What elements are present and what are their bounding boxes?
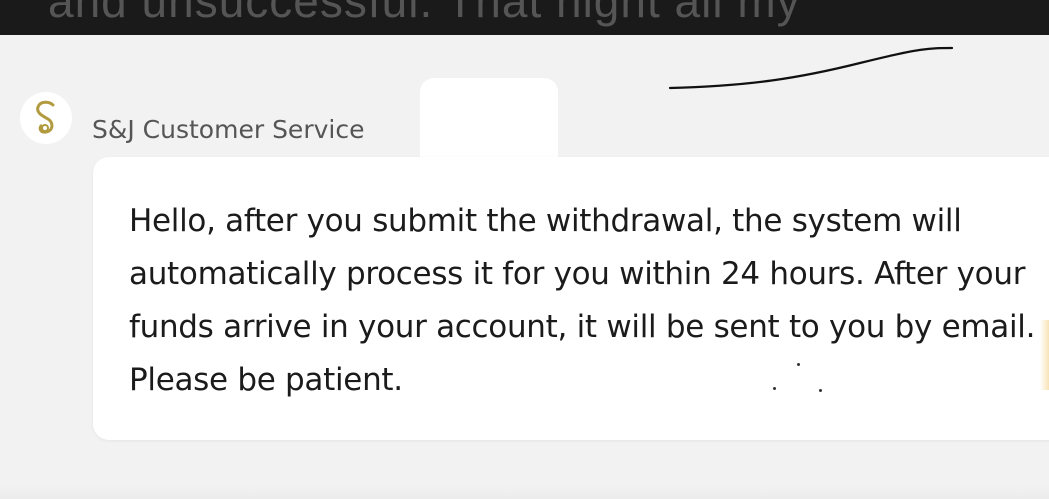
handwritten-line-mark: [668, 46, 954, 90]
avatar[interactable]: [20, 92, 72, 144]
bottom-divider: [0, 485, 1049, 499]
edge-highlight: [1040, 320, 1049, 390]
message-text: Hello, after you submit the withdrawal, …: [129, 203, 1036, 398]
previous-message-strip: and unsuccessful. That night all my: [0, 0, 1049, 35]
stray-dot: [773, 387, 776, 390]
message-bubble[interactable]: Hello, after you submit the withdrawal, …: [93, 157, 1049, 440]
stray-dot: [819, 389, 822, 392]
previous-message-text: and unsuccessful. That night all my: [48, 0, 801, 27]
sender-name: S&J Customer Service: [92, 115, 365, 144]
stray-dot: [797, 363, 800, 366]
s-monogram-icon: [36, 100, 55, 134]
